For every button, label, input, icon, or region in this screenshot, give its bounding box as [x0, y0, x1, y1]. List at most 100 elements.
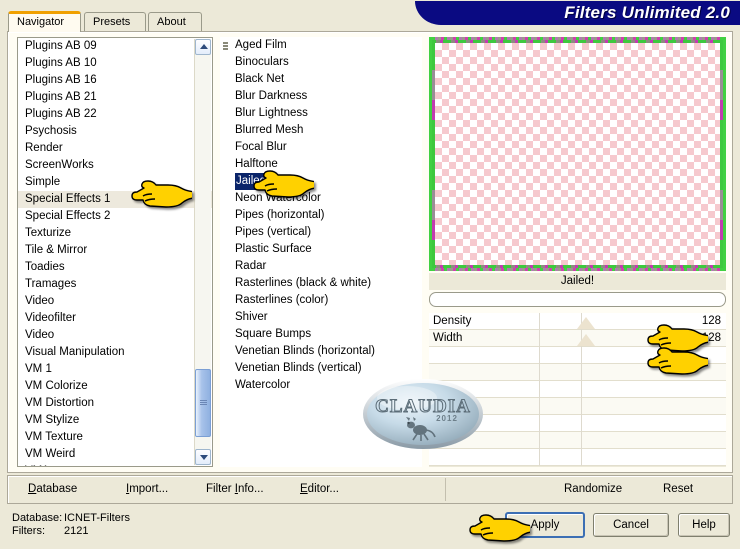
- category-item[interactable]: Simple: [18, 174, 212, 191]
- parameter-row[interactable]: [429, 432, 726, 449]
- database-button[interactable]: Database: [28, 476, 77, 503]
- parameter-tick: [539, 381, 540, 398]
- parameter-label: Density: [433, 315, 472, 327]
- filter-item[interactable]: Pipes (horizontal): [228, 207, 422, 224]
- category-item[interactable]: Tramages: [18, 276, 212, 293]
- parameter-grid[interactable]: Density 128 Width 128: [429, 313, 726, 467]
- filter-item[interactable]: Square Bumps: [228, 326, 422, 343]
- category-item[interactable]: Special Effects 2: [18, 208, 212, 225]
- filter-info-button[interactable]: Filter Info...: [206, 476, 264, 503]
- parameter-row[interactable]: [429, 449, 726, 466]
- filter-list[interactable]: Aged Film Binoculars Black Net Blur Darknes…: [220, 37, 422, 467]
- parameter-row[interactable]: [429, 347, 726, 364]
- selection-border-top: [432, 40, 723, 43]
- scroll-down-icon[interactable]: [195, 449, 211, 465]
- filter-item[interactable]: Plastic Surface: [228, 241, 422, 258]
- category-item[interactable]: VM Texture: [18, 429, 212, 446]
- filter-item[interactable]: Shiver: [228, 309, 422, 326]
- parameter-tick: [581, 347, 582, 364]
- category-item[interactable]: Tile & Mirror: [18, 242, 212, 259]
- parameter-tick: [539, 415, 540, 432]
- category-item[interactable]: Plugins AB 16: [18, 72, 212, 89]
- selection-border-bottom: [432, 265, 723, 268]
- parameter-row[interactable]: Density 128: [429, 313, 726, 330]
- preview-area: [429, 37, 726, 271]
- category-item[interactable]: Render: [18, 140, 212, 157]
- parameter-tick: [581, 364, 582, 381]
- help-button[interactable]: Help: [678, 513, 730, 537]
- category-item[interactable]: Plugins AB 10: [18, 55, 212, 72]
- filter-item[interactable]: Aged Film: [228, 37, 422, 54]
- filter-item[interactable]: Neon Watercolor: [228, 190, 422, 207]
- category-scrollbar[interactable]: [194, 39, 211, 465]
- category-item[interactable]: Video: [18, 293, 212, 310]
- filter-item[interactable]: Blur Darkness: [228, 88, 422, 105]
- filter-item[interactable]: Focal Blur: [228, 139, 422, 156]
- tab-navigator[interactable]: Navigator: [8, 11, 81, 32]
- parameter-slider-handle[interactable]: [577, 317, 595, 329]
- randomize-button[interactable]: Randomize: [564, 476, 622, 503]
- filter-item[interactable]: Binoculars: [228, 54, 422, 71]
- parameter-row[interactable]: [429, 381, 726, 398]
- parameter-value[interactable]: 128: [702, 313, 721, 330]
- filter-item[interactable]: Black Net: [228, 71, 422, 88]
- category-item[interactable]: Plugins AB 21: [18, 89, 212, 106]
- category-item[interactable]: Plugins AB 22: [18, 106, 212, 123]
- category-item[interactable]: VM Weird: [18, 446, 212, 463]
- category-item[interactable]: Toadies: [18, 259, 212, 276]
- tab-presets-label: Presets: [93, 16, 131, 28]
- category-item[interactable]: Video: [18, 327, 212, 344]
- filter-item[interactable]: Watercolor: [228, 377, 422, 394]
- parameter-slider-handle[interactable]: [577, 334, 595, 346]
- scroll-thumb[interactable]: [195, 369, 211, 437]
- category-item[interactable]: Visual Manipulation: [18, 344, 212, 361]
- parameter-row[interactable]: Width 128: [429, 330, 726, 347]
- filter-item-selected-row[interactable]: Jailed!: [228, 173, 422, 190]
- category-item[interactable]: VM1: [18, 463, 212, 466]
- tab-presets[interactable]: Presets: [84, 12, 146, 31]
- status-filters-value: 2121: [64, 525, 89, 537]
- filter-item[interactable]: Pipes (vertical): [228, 224, 422, 241]
- filter-item[interactable]: Rasterlines (black & white): [228, 275, 422, 292]
- filter-item[interactable]: Rasterlines (color): [228, 292, 422, 309]
- category-item[interactable]: Psychosis: [18, 123, 212, 140]
- category-item[interactable]: VM Distortion: [18, 395, 212, 412]
- cancel-button-label: Cancel: [613, 519, 649, 531]
- preview-image[interactable]: [429, 37, 726, 271]
- filter-item[interactable]: Venetian Blinds (horizontal): [228, 343, 422, 360]
- category-item[interactable]: Texturize: [18, 225, 212, 242]
- reset-button[interactable]: Reset: [663, 476, 693, 503]
- filter-item[interactable]: Blurred Mesh: [228, 122, 422, 139]
- category-item[interactable]: Plugins AB 09: [18, 38, 212, 55]
- tab-about[interactable]: About: [148, 12, 202, 31]
- category-item[interactable]: Videofilter: [18, 310, 212, 327]
- parameter-row[interactable]: [429, 364, 726, 381]
- filter-item[interactable]: Venetian Blinds (vertical): [228, 360, 422, 377]
- scroll-up-icon[interactable]: [195, 39, 211, 55]
- filter-item[interactable]: Jailed!: [235, 173, 274, 190]
- category-list-items[interactable]: Plugins AB 09 Plugins AB 10 Plugins AB 16 P…: [18, 38, 212, 466]
- filter-item[interactable]: Halftone: [228, 156, 422, 173]
- parameter-row[interactable]: [429, 415, 726, 432]
- reset-button-label: Reset: [663, 483, 694, 495]
- category-item[interactable]: Special Effects 1: [18, 191, 212, 208]
- parameter-row[interactable]: [429, 398, 726, 415]
- category-item[interactable]: VM Colorize: [18, 378, 212, 395]
- category-item[interactable]: ScreenWorks: [18, 157, 212, 174]
- parameter-value[interactable]: 128: [702, 330, 721, 347]
- status-database-key: Database:: [12, 512, 63, 524]
- cancel-button[interactable]: Cancel: [593, 513, 669, 537]
- status-filters-key: Filters:: [12, 525, 45, 537]
- filter-list-items[interactable]: Aged Film Binoculars Black Net Blur Darknes…: [228, 37, 422, 467]
- filter-item[interactable]: Blur Lightness: [228, 105, 422, 122]
- import-button[interactable]: Import...: [126, 476, 168, 503]
- category-item[interactable]: VM 1: [18, 361, 212, 378]
- tab-navigator-label: Navigator: [17, 16, 65, 28]
- category-list[interactable]: Plugins AB 09 Plugins AB 10 Plugins AB 16 P…: [17, 37, 213, 467]
- category-item[interactable]: VM Stylize: [18, 412, 212, 429]
- parameter-tick: [581, 398, 582, 415]
- apply-button[interactable]: Apply: [505, 512, 585, 538]
- filter-item[interactable]: Radar: [228, 258, 422, 275]
- app-title: Filters Unlimited 2.0: [564, 3, 730, 22]
- editor-button[interactable]: Editor...: [300, 476, 339, 503]
